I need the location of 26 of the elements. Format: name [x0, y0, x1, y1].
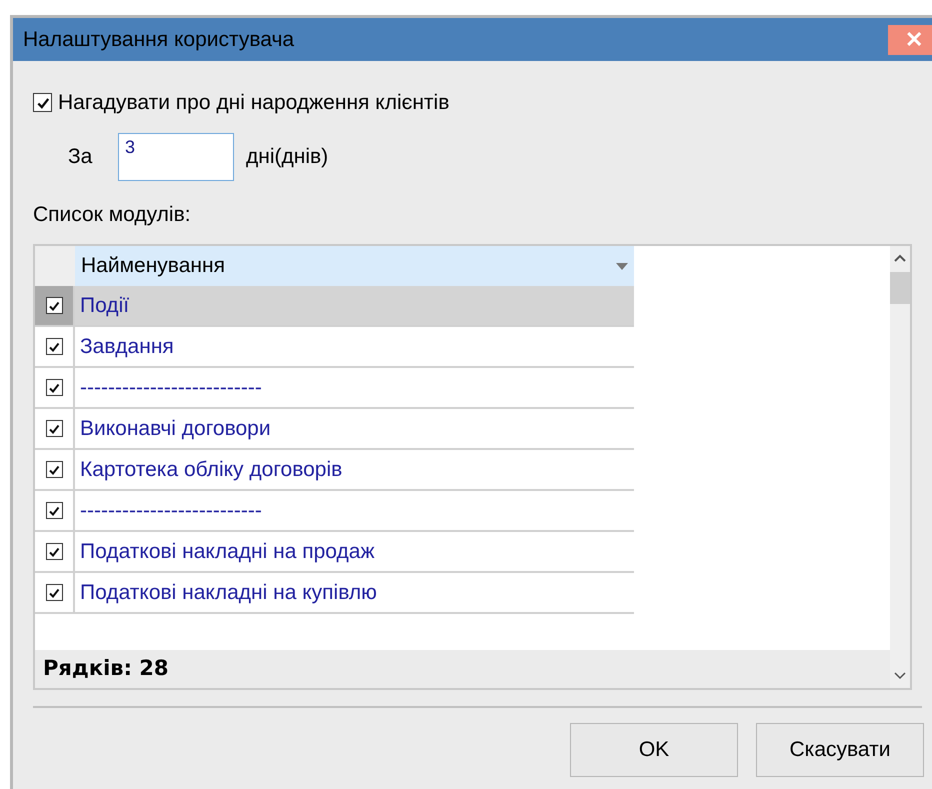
- checkbox[interactable]: [46, 461, 62, 478]
- checkbox[interactable]: [46, 584, 62, 601]
- checkbox[interactable]: [46, 338, 62, 355]
- checkbox[interactable]: [46, 502, 62, 519]
- checkbox-label: Нагадувати про дні народження клієнтів: [58, 90, 450, 116]
- table-row[interactable]: Події: [75, 286, 634, 325]
- checkbox[interactable]: [33, 93, 52, 112]
- dialog-button[interactable]: OK: [570, 723, 738, 777]
- scroll-up-icon[interactable]: [894, 254, 906, 262]
- scrollbar[interactable]: [890, 246, 910, 688]
- column-header[interactable]: Найменування: [75, 246, 634, 286]
- days-input-field[interactable]: 3: [118, 132, 234, 180]
- scroll-down-icon[interactable]: [894, 672, 906, 680]
- dropdown-icon: [616, 262, 628, 270]
- list-label: Список модулів:: [33, 202, 192, 228]
- row-count: Рядків: 28: [43, 655, 169, 682]
- checkbox[interactable]: [46, 297, 62, 314]
- checkbox[interactable]: [46, 379, 62, 396]
- window-title: Налаштування користувача: [22, 26, 294, 53]
- days-suffix: дні(днів): [246, 144, 328, 170]
- checkbox[interactable]: [46, 543, 62, 560]
- header-corner: [35, 246, 75, 286]
- checkbox[interactable]: [46, 420, 62, 437]
- days-prefix: За: [68, 144, 94, 170]
- dialog-button[interactable]: Скасувати: [756, 723, 924, 777]
- scroll-thumb[interactable]: [890, 272, 910, 304]
